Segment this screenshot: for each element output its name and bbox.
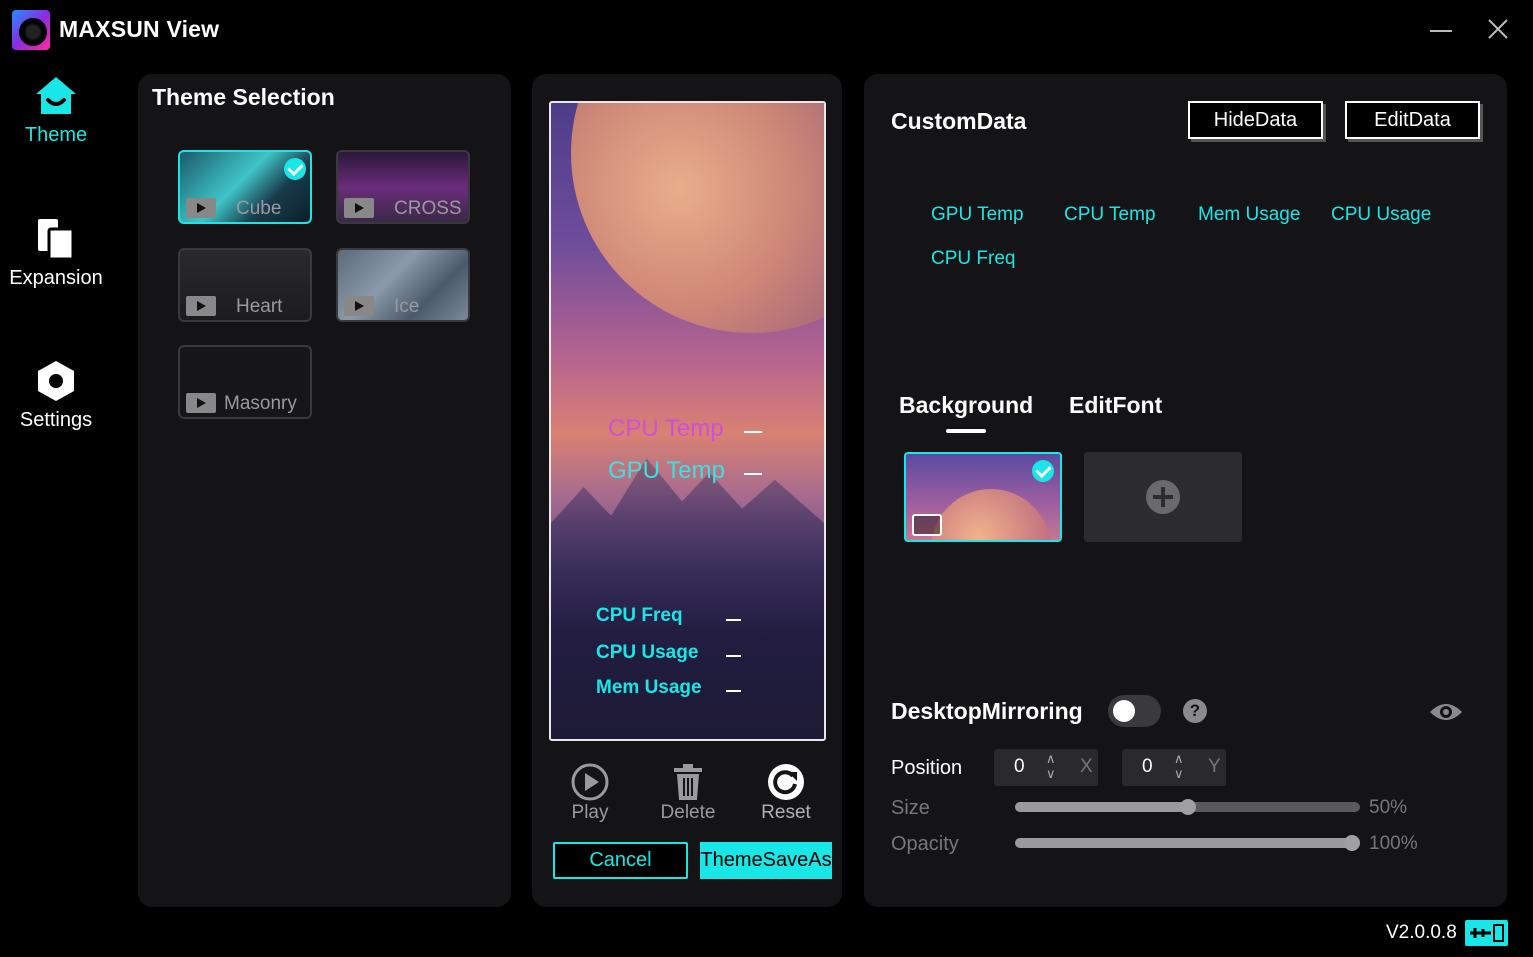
selected-check-icon: [284, 158, 306, 180]
position-y-stepper[interactable]: 0 ∧ ∨ Y: [1122, 749, 1226, 786]
gear-icon: [38, 361, 74, 401]
selected-check-icon: [1032, 460, 1054, 482]
cancel-button[interactable]: Cancel: [553, 842, 688, 879]
play-button[interactable]: Play: [562, 762, 618, 824]
minimize-button[interactable]: [1426, 14, 1456, 44]
custom-data-title: CustomData: [891, 108, 1027, 134]
nav-label-settings: Settings: [19, 409, 93, 431]
preview-label-gpu-temp: GPU Temp: [608, 457, 725, 484]
data-item-mem-usage[interactable]: Mem Usage: [1198, 204, 1300, 226]
preview-value-dash: [726, 619, 741, 621]
opacity-slider-fill: [1015, 838, 1360, 848]
video-icon: [186, 198, 216, 218]
home-icon: [36, 77, 76, 114]
opacity-label: Opacity: [891, 833, 959, 855]
data-item-cpu-usage[interactable]: CPU Usage: [1331, 204, 1431, 226]
position-y-value: 0: [1142, 756, 1153, 777]
theme-thumb-masonry[interactable]: Masonry: [178, 345, 312, 419]
reset-label: Reset: [761, 802, 811, 823]
data-item-gpu-temp[interactable]: GPU Temp: [931, 204, 1024, 226]
theme-name: Masonry: [224, 393, 297, 414]
close-button[interactable]: [1483, 14, 1513, 44]
add-background-button[interactable]: [1084, 452, 1242, 542]
size-label: Size: [891, 797, 930, 819]
active-tab-indicator: [946, 429, 986, 433]
opacity-slider[interactable]: [1015, 835, 1360, 851]
plus-icon: [1146, 480, 1180, 514]
theme-thumb-heart[interactable]: Heart: [178, 248, 312, 322]
trash-icon: [674, 764, 702, 800]
position-x-value: 0: [1014, 756, 1025, 777]
size-slider[interactable]: [1015, 799, 1360, 815]
nav-item-settings[interactable]: Settings: [0, 359, 112, 432]
nav-label-theme: Theme: [24, 124, 88, 146]
title-bar: MAXSUN View: [0, 0, 1533, 60]
preview-value-dash: [726, 655, 741, 657]
stepper-arrows-icon[interactable]: ∧ ∨: [1174, 751, 1184, 781]
preview-moon: [571, 103, 824, 333]
theme-name: Heart: [236, 296, 283, 317]
desktop-mirroring-label: DesktopMirroring: [891, 698, 1083, 724]
preview-label-cpu-freq: CPU Freq: [596, 605, 683, 626]
axis-x-label: X: [1080, 756, 1093, 777]
eye-icon[interactable]: [1428, 700, 1464, 724]
theme-name: CROSS: [394, 198, 462, 219]
expansion-icon: [38, 219, 75, 261]
image-icon: [912, 514, 942, 536]
preview-label-cpu-temp: CPU Temp: [608, 415, 724, 442]
edit-data-button[interactable]: EditData: [1345, 101, 1480, 139]
usb-device-icon[interactable]: [1465, 920, 1508, 946]
position-x-stepper[interactable]: 0 ∧ ∨ X: [994, 749, 1098, 786]
size-slider-fill: [1015, 802, 1188, 812]
preview-value-dash: [744, 431, 762, 433]
preview-value-dash: [744, 473, 762, 475]
delete-button[interactable]: Delete: [654, 762, 722, 824]
play-icon: [571, 763, 609, 801]
close-icon: [1488, 19, 1508, 39]
video-icon: [344, 198, 374, 218]
tab-edit-font[interactable]: EditFont: [1069, 392, 1162, 419]
preview-label-mem-usage: Mem Usage: [596, 677, 702, 698]
theme-thumb-cross[interactable]: CROSS: [336, 150, 470, 224]
theme-name: Ice: [394, 296, 420, 317]
stepper-arrows-icon[interactable]: ∧ ∨: [1046, 751, 1056, 781]
theme-name: Cube: [236, 198, 282, 219]
preview-value-dash: [726, 690, 741, 692]
delete-label: Delete: [660, 802, 716, 823]
size-slider-knob[interactable]: [1179, 799, 1196, 815]
theme-save-as-button[interactable]: ThemeSaveAs: [700, 842, 832, 879]
video-icon: [186, 296, 216, 316]
theme-thumb-cube[interactable]: Cube: [178, 150, 312, 224]
data-item-cpu-temp[interactable]: CPU Temp: [1064, 204, 1156, 226]
theme-thumb-ice[interactable]: Ice: [336, 248, 470, 322]
reset-icon: [768, 764, 804, 800]
desktop-mirroring-toggle[interactable]: [1108, 695, 1161, 727]
axis-y-label: Y: [1208, 756, 1221, 777]
app-title: MAXSUN View: [59, 16, 220, 42]
video-icon: [186, 393, 216, 413]
data-item-cpu-freq[interactable]: CPU Freq: [931, 248, 1015, 270]
theme-selection-title: Theme Selection: [152, 84, 335, 110]
video-icon: [344, 296, 374, 316]
reset-button[interactable]: Reset: [756, 762, 816, 824]
position-label: Position: [891, 757, 963, 779]
app-logo: [12, 10, 50, 50]
play-label: Play: [571, 802, 609, 823]
version-label: V2.0.0.8: [1386, 922, 1457, 943]
theme-preview-screen: CPU Temp GPU Temp CPU Freq CPU Usage Mem…: [549, 101, 826, 741]
nav-label-expansion: Expansion: [9, 267, 103, 289]
size-value: 50%: [1369, 797, 1408, 818]
background-thumb[interactable]: [904, 452, 1062, 542]
opacity-slider-knob[interactable]: [1344, 835, 1360, 851]
nav-item-theme[interactable]: Theme: [0, 74, 112, 147]
nav-item-expansion[interactable]: Expansion: [0, 217, 112, 290]
thumb-moon: [931, 489, 1051, 540]
opacity-value: 100%: [1369, 833, 1418, 854]
hide-data-button[interactable]: HideData: [1188, 101, 1323, 139]
tab-background[interactable]: Background: [899, 392, 1033, 419]
help-icon[interactable]: ?: [1183, 699, 1207, 723]
preview-label-cpu-usage: CPU Usage: [596, 642, 699, 663]
